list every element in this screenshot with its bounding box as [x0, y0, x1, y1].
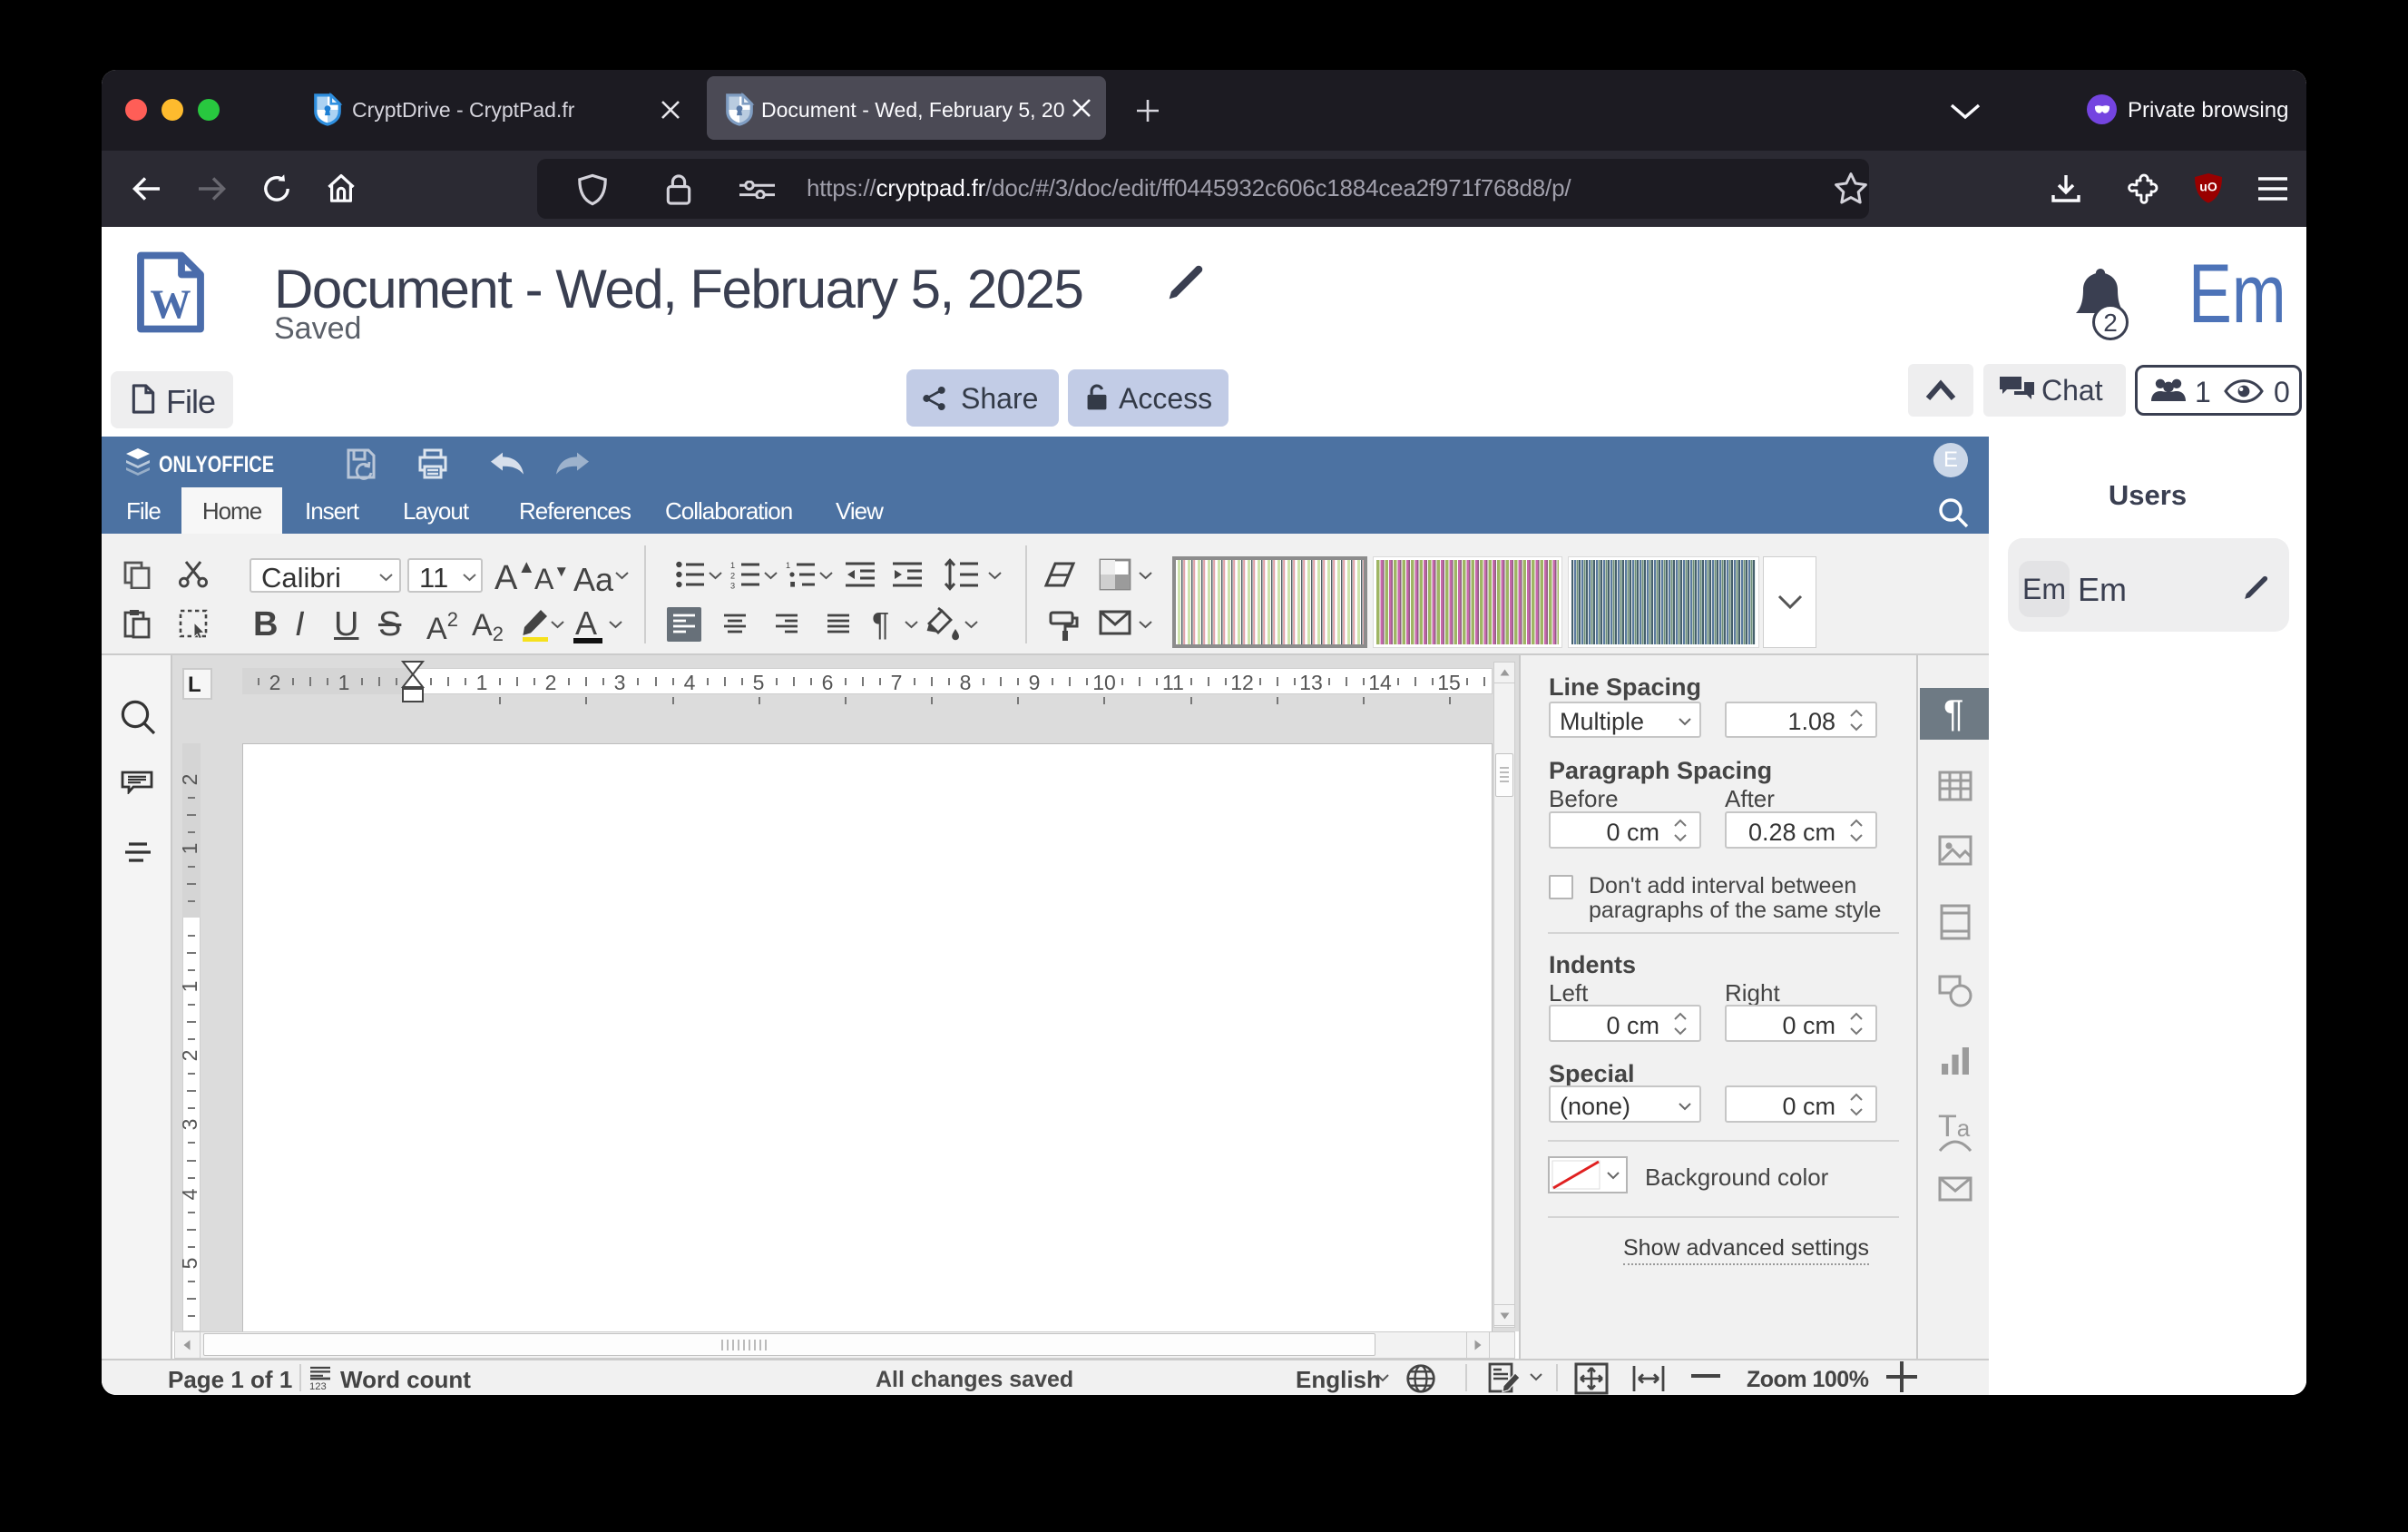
svg-text:2: 2: [730, 571, 735, 580]
svg-text:1: 1: [786, 561, 790, 570]
svg-text:W: W: [151, 282, 191, 328]
svg-text:123: 123: [309, 1381, 327, 1390]
svg-text:uO: uO: [2199, 179, 2217, 193]
svg-text:1: 1: [730, 561, 735, 570]
svg-text:3: 3: [730, 582, 735, 589]
